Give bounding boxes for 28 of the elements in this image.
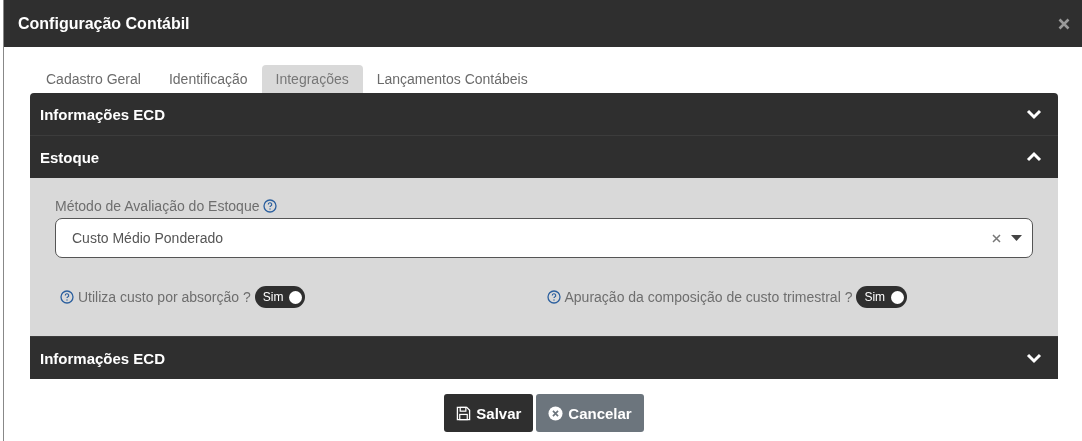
cancel-button[interactable]: Cancelar: [536, 394, 644, 432]
accordion-title: Informações ECD: [40, 349, 166, 367]
accordion-header[interactable]: Informações ECD: [30, 93, 1058, 135]
field-label: Método de Avaliação do Estoque: [55, 198, 260, 214]
chevron-down-icon: [1026, 352, 1042, 364]
caret-down-icon[interactable]: [1011, 235, 1022, 241]
toggle-switch[interactable]: Sim: [856, 286, 908, 308]
accordion-title: Estoque: [40, 148, 100, 166]
clear-icon[interactable]: [992, 233, 1001, 243]
help-icon[interactable]: [263, 199, 278, 213]
accordion-title: Informações ECD: [40, 105, 166, 123]
select-field[interactable]: Custo Médio Ponderado: [55, 218, 1033, 258]
tab[interactable]: Lançamentos Contábeis: [362, 65, 542, 93]
accordion-header[interactable]: Estoque: [30, 135, 1058, 178]
tab[interactable]: Identificação: [154, 65, 262, 93]
help-icon[interactable]: [60, 290, 74, 304]
save-button[interactable]: Salvar: [444, 394, 534, 432]
toggle-switch[interactable]: Sim: [254, 286, 306, 308]
chevron-down-icon: [1026, 108, 1042, 120]
tab[interactable]: Cadastro Geral: [32, 65, 155, 93]
toggle-label: Apuração da composição de custo trimestral ?: [564, 289, 853, 305]
close-button[interactable]: [1058, 17, 1070, 30]
cancel-circle-icon: [548, 405, 564, 421]
accordion-header[interactable]: Informações ECD: [30, 336, 1058, 379]
toggle-label: Utiliza custo por absorção ?: [78, 289, 251, 305]
chevron-up-icon: [1026, 151, 1042, 163]
help-icon[interactable]: [546, 290, 561, 304]
window-title: Configuração Contábil: [18, 14, 190, 33]
